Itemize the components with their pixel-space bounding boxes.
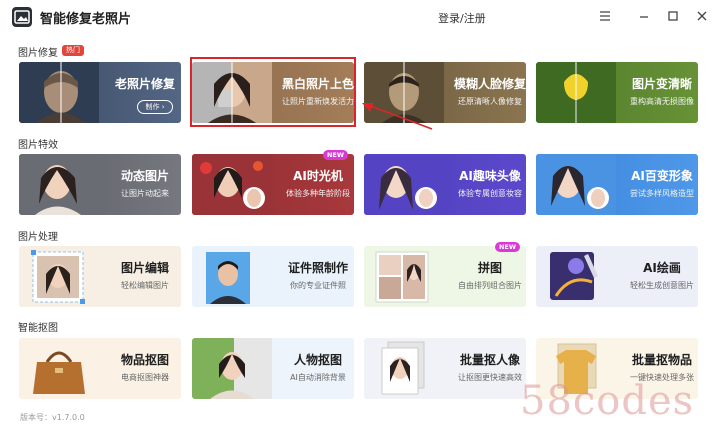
card-title: AI绘画	[643, 261, 681, 275]
card-title: 拼图	[477, 261, 502, 275]
card-title: AI趣味头像	[459, 169, 521, 183]
new-badge: NEW	[322, 150, 348, 160]
section-label-effects: 图片特效	[18, 140, 58, 151]
card-ai-style-transform[interactable]: AI百变形象 尝试多样风格造型	[536, 154, 698, 215]
card-old-photo-restore[interactable]: 老照片修复 制作 ›	[19, 62, 181, 123]
card-subtitle: 尝试多样风格造型	[630, 189, 694, 198]
card-subtitle: 体验多种年龄阶段	[286, 189, 350, 198]
card-title: 人物抠图	[293, 353, 342, 367]
id-photo-man-image	[192, 246, 272, 307]
card-image-edit[interactable]: 图片编辑 轻松编辑图片	[19, 246, 181, 307]
card-ai-time-machine[interactable]: NEW AI时光机 体验多种年龄阶段	[192, 150, 354, 215]
title-bar: 智能修复老照片 登录/注册	[0, 0, 720, 34]
pointer-arrow-icon	[362, 103, 433, 130]
card-subtitle: 你的专业证件照	[290, 281, 346, 290]
card-subtitle: AI自动消除背景	[290, 373, 346, 382]
card-subtitle: 让图片动起来	[121, 189, 169, 198]
card-image-sharpen[interactable]: 图片变清晰 重构高清无损图像	[536, 62, 698, 123]
section-label-restore: 图片修复	[18, 48, 58, 59]
card-batch-person-cutout[interactable]: 批量抠人像 让抠图更快速高效	[364, 338, 526, 399]
woman-cutout-image	[192, 338, 272, 399]
smiling-woman-image	[19, 154, 99, 215]
version-label: 版本号：v1.7.0.0	[20, 413, 85, 422]
card-ai-painting[interactable]: AI绘画 轻松生成创意图片	[536, 246, 698, 307]
card-title: 图片变清晰	[631, 77, 692, 91]
stylized-woman-image	[536, 154, 616, 215]
minimize-icon[interactable]	[636, 8, 652, 24]
close-icon[interactable]	[694, 8, 710, 24]
card-subtitle: 轻松编辑图片	[121, 281, 169, 290]
card-id-photo[interactable]: 证件照制作 你的专业证件照	[192, 246, 354, 307]
card-title: 图片编辑	[120, 261, 169, 275]
card-dynamic-image[interactable]: 动态图片 让图片动起来	[19, 154, 181, 215]
card-person-cutout[interactable]: 人物抠图 AI自动消除背景	[192, 338, 354, 399]
make-button[interactable]: 制作 ›	[137, 100, 173, 114]
card-ai-fun-avatar[interactable]: AI趣味头像 体验专属创意妆容	[364, 154, 526, 215]
ai-painting-brush-image	[536, 246, 616, 307]
anime-girl-avatar-image	[364, 154, 444, 215]
section-label-cutout: 智能抠图	[18, 323, 58, 334]
handbag-image	[19, 338, 99, 399]
woman-with-lanterns-image	[192, 154, 272, 215]
card-subtitle: 体验专属创意妆容	[458, 189, 522, 198]
hot-badge: 热门	[62, 45, 84, 56]
card-subtitle: 还原清晰人像修复	[458, 97, 522, 106]
card-collage[interactable]: NEW 拼图 自由排列组合图片	[364, 242, 526, 307]
card-title: 批量抠人像	[459, 353, 520, 367]
card-title: 模糊人脸修复	[453, 77, 526, 91]
app-title: 智能修复老照片	[40, 12, 132, 27]
card-title: 动态图片	[120, 169, 169, 183]
card-title: 物品抠图	[120, 353, 169, 367]
highlight-box	[190, 57, 356, 127]
card-title: AI百变形象	[631, 169, 693, 183]
card-subtitle: 重构高清无损图像	[630, 97, 694, 106]
photo-edit-frame-image	[19, 246, 99, 307]
app-logo-icon	[12, 7, 32, 27]
new-badge: NEW	[494, 242, 520, 252]
card-subtitle: 让抠图更快速高效	[458, 373, 522, 382]
card-subtitle: 自由排列组合图片	[458, 281, 522, 290]
stacked-portraits-image	[364, 338, 444, 399]
section-label-process: 图片处理	[18, 232, 58, 243]
watermark: 58codes	[520, 378, 695, 424]
old-photo-portrait-image	[19, 62, 99, 123]
menu-icon[interactable]	[597, 8, 613, 24]
tulip-flower-image	[536, 62, 616, 123]
card-subtitle: 轻松生成创意图片	[630, 281, 694, 290]
card-object-cutout[interactable]: 物品抠图 电商抠图神器	[19, 338, 181, 399]
photo-collage-image	[364, 246, 444, 307]
card-subtitle: 电商抠图神器	[121, 373, 169, 382]
card-title: AI时光机	[293, 169, 343, 183]
card-title: 批量抠物品	[631, 353, 692, 367]
maximize-icon[interactable]	[665, 8, 681, 24]
card-title: 证件照制作	[287, 261, 348, 275]
card-title: 老照片修复	[114, 77, 175, 91]
login-register-link[interactable]: 登录/注册	[438, 10, 486, 26]
